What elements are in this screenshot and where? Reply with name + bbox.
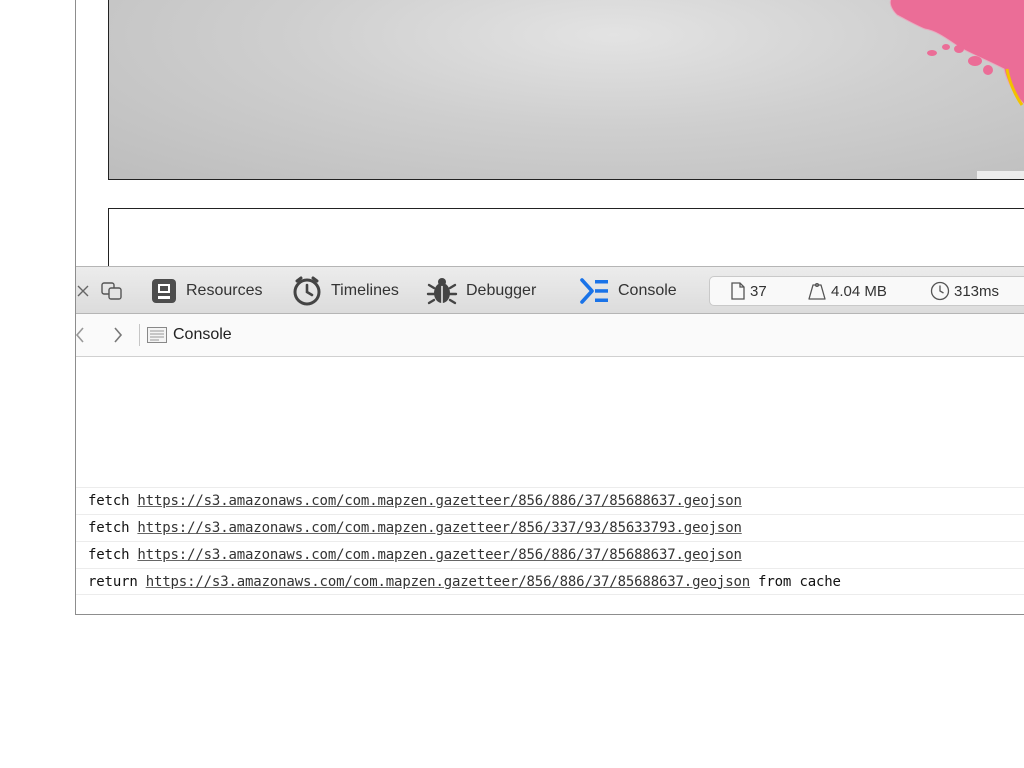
log-url-link[interactable]: https://s3.amazonaws.com/com.mapzen.gaze… (137, 547, 742, 563)
debugger-icon (426, 278, 458, 305)
divider (139, 324, 140, 346)
clock-icon (930, 281, 950, 301)
log-message: fetch https://s3.amazonaws.com/com.mapze… (76, 514, 1024, 541)
chevron-left-icon (76, 327, 84, 343)
tab-console-label: Console (618, 282, 677, 299)
log-verb: return (88, 573, 138, 590)
close-inspector-button[interactable] (76, 276, 98, 306)
page-frame (108, 208, 1024, 266)
console-icon (580, 278, 608, 304)
resources-icon (152, 279, 176, 303)
resource-size-value: 4.04 MB (831, 282, 887, 300)
log-verb: fetch (88, 520, 130, 536)
resource-size[interactable]: 4.04 MB (807, 277, 887, 305)
log-message: fetch https://s3.amazonaws.com/com.mapze… (76, 487, 1024, 514)
chevron-right-icon (114, 327, 123, 343)
map-view[interactable] (108, 0, 1024, 180)
document-icon (731, 282, 745, 300)
console-log[interactable]: fetch https://s3.amazonaws.com/com.mapze… (76, 357, 1024, 614)
timelines-icon (293, 276, 321, 306)
close-icon (77, 285, 89, 297)
tab-debugger[interactable]: Debugger (426, 276, 536, 306)
page-content (76, 0, 1024, 266)
undock-button[interactable] (101, 276, 131, 306)
weight-icon (808, 282, 826, 300)
log-verb: fetch (88, 547, 130, 563)
tab-debugger-label: Debugger (466, 282, 537, 299)
tab-timelines-label: Timelines (331, 282, 399, 299)
tab-resources-label: Resources (186, 282, 263, 299)
resource-count[interactable]: 37 (730, 277, 767, 305)
back-button[interactable] (76, 324, 90, 346)
log-suffix: from cache (758, 573, 841, 590)
map-shapes (889, 0, 1024, 179)
web-inspector: Resources Timelines Debugger Console 37 … (76, 266, 1024, 614)
tab-resources[interactable]: Resources (150, 276, 262, 306)
log-url-link[interactable]: https://s3.amazonaws.com/com.mapzen.gaze… (137, 520, 742, 536)
forward-button[interactable] (108, 324, 128, 346)
tab-console[interactable]: Console (580, 276, 677, 306)
resource-count-value: 37 (750, 282, 767, 300)
tab-timelines[interactable]: Timelines (291, 276, 399, 306)
log-url-link[interactable]: https://s3.amazonaws.com/com.mapzen.gaze… (137, 493, 742, 509)
breadcrumb-label: Console (173, 326, 232, 343)
log-url-link[interactable]: https://s3.amazonaws.com/com.mapzen.gaze… (146, 574, 751, 590)
navigation-bar: Console (76, 314, 1024, 357)
load-time-value: 313ms (954, 282, 1000, 300)
dock-icon (101, 282, 122, 300)
log-verb: fetch (88, 493, 130, 509)
console-log-icon (147, 327, 167, 343)
load-time[interactable]: 313ms (930, 277, 999, 305)
dashboard-summary[interactable]: 37 4.04 MB 313ms (709, 276, 1024, 306)
breadcrumb[interactable]: Console (147, 324, 232, 346)
inspector-toolbar: Resources Timelines Debugger Console 37 … (76, 266, 1024, 314)
browser-window: Resources Timelines Debugger Console 37 … (75, 0, 1024, 615)
log-message: return https://s3.amazonaws.com/com.mapz… (76, 568, 1024, 595)
log-message: fetch https://s3.amazonaws.com/com.mapze… (76, 541, 1024, 568)
